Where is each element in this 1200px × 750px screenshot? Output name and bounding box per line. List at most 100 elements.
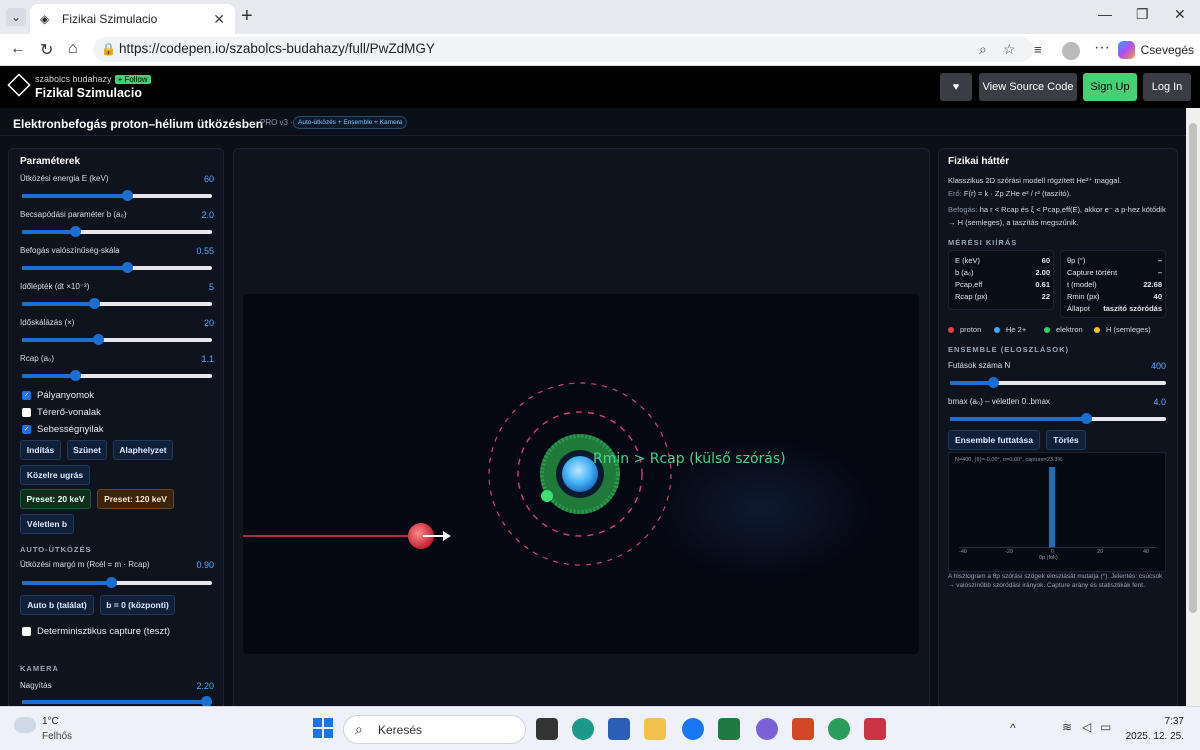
histogram-tick: 40 [1143, 549, 1150, 555]
checkbox-fieldlines[interactable]: Térerő-vonalak [22, 407, 101, 418]
home-icon[interactable]: ⌂ [68, 40, 78, 58]
start-button[interactable] [313, 718, 333, 738]
word-icon[interactable] [608, 718, 630, 740]
pause-button[interactable]: Szünet [67, 440, 107, 460]
new-tab-button[interactable]: + [241, 5, 253, 28]
login-button[interactable]: Log In [1143, 73, 1191, 101]
view-source-button[interactable]: View Source Code [979, 73, 1077, 101]
legend-dot [1044, 326, 1050, 333]
jump-close-button[interactable]: Közelre ugrás [20, 465, 90, 485]
reset-button[interactable]: Alaphelyzet [113, 440, 173, 460]
search-icon: ⌕ [355, 721, 363, 737]
tab-list-button[interactable]: ⌄ [6, 8, 26, 26]
random-b-button[interactable]: Véletlen b [20, 514, 74, 534]
restore-icon[interactable]: ❐ [1136, 6, 1149, 23]
slider-knob[interactable] [201, 696, 213, 706]
edge-icon[interactable] [572, 718, 594, 740]
runs-slider[interactable] [950, 377, 1166, 388]
checkbox-icon[interactable]: ✓ [22, 425, 31, 434]
heart-button[interactable]: ♥ [940, 73, 972, 101]
param-slider[interactable] [22, 226, 212, 237]
simulation-canvas[interactable]: Rmin > Rcap (külső szórás) [243, 294, 919, 654]
favorites-icon[interactable]: ≡ [1034, 42, 1042, 57]
weather-status[interactable]: Felhős [42, 731, 72, 742]
app-icon[interactable] [756, 718, 778, 740]
measurement-value: 22 [1041, 292, 1050, 301]
file-explorer-icon[interactable] [644, 718, 666, 740]
close-window-icon[interactable]: ✕ [1174, 6, 1186, 23]
minimize-icon[interactable]: — [1098, 6, 1112, 22]
chrome-icon[interactable] [828, 718, 850, 740]
calculator-icon[interactable] [864, 718, 886, 740]
browser-tab[interactable]: ◈ Fizikai Szimulacio ✕ [30, 4, 235, 34]
url-field[interactable]: 🔒 https://codepen.io/szabolcs-budahazy/f… [93, 37, 1033, 62]
slider-fill [22, 374, 76, 378]
bmax-slider[interactable] [950, 413, 1166, 424]
param-slider[interactable] [22, 334, 212, 345]
clock-time[interactable]: 7:37 [1128, 716, 1184, 727]
follow-button[interactable]: + Follow [114, 75, 151, 84]
histogram-tick: -40 [959, 549, 967, 555]
codepen-favicon: ◈ [40, 12, 50, 26]
checkbox-deterministic[interactable]: Determinisztikus capture (teszt) [22, 626, 170, 637]
profile-avatar[interactable] [1062, 42, 1080, 60]
taskbar-search[interactable]: ⌕ Keresés [343, 715, 526, 744]
author-name[interactable]: szabolcs budahazy [35, 74, 112, 84]
more-menu-icon[interactable]: ··· [1094, 39, 1110, 57]
codepen-logo-icon[interactable] [7, 73, 31, 97]
powerpoint-icon[interactable] [792, 718, 814, 740]
copilot-button[interactable]: Csevegés [1118, 39, 1194, 61]
start-button[interactable]: Indítás [20, 440, 61, 460]
checkbox-trails[interactable]: ✓ Pályanyomok [22, 390, 94, 401]
back-icon[interactable]: ← [10, 40, 26, 58]
checkbox-icon[interactable] [22, 627, 31, 636]
param-slider[interactable] [22, 262, 212, 273]
scrollbar-thumb[interactable] [1189, 123, 1197, 613]
slider-knob[interactable] [1081, 413, 1093, 424]
reload-icon[interactable]: ↻ [40, 40, 53, 60]
force-formula: F(r) = k · Zp ZHe e² / r² (taszító). [963, 189, 1072, 198]
auto-b-button[interactable]: Auto b (találat) [20, 595, 94, 615]
task-view-icon[interactable] [536, 718, 558, 740]
histogram-axis [959, 547, 1157, 548]
param-slider-label: Rcap (a₀) [20, 354, 54, 363]
checkbox-velocity-arrows[interactable]: ✓ Sebességnyilak [22, 424, 104, 435]
clear-button[interactable]: Törlés [1046, 430, 1086, 450]
signup-button[interactable]: Sign Up [1083, 73, 1137, 101]
physics-title: Fizikai háttér [948, 156, 1010, 167]
legend-dot [994, 326, 1000, 333]
histogram-tick: -20 [1005, 549, 1013, 555]
param-slider[interactable] [22, 298, 212, 309]
slider-fill [22, 338, 98, 342]
page-scrollbar[interactable] [1186, 108, 1200, 706]
volume-icon[interactable]: ◁ [1082, 720, 1091, 734]
temperature[interactable]: 1°C [42, 716, 59, 727]
preset-20kev-button[interactable]: Preset: 20 keV [20, 489, 91, 509]
excel-icon[interactable] [718, 718, 740, 740]
slider-fill [950, 417, 1087, 421]
margin-slider[interactable] [22, 577, 212, 588]
feature-badge: Auto-ütközés + Ensemble + Kamera [293, 116, 408, 129]
zoom-slider[interactable] [22, 696, 213, 706]
param-slider[interactable] [22, 190, 212, 201]
measurement-label: θp (°) [1067, 256, 1086, 265]
favorite-star-icon[interactable]: ☆ [1003, 41, 1016, 58]
capture-rule: ha r < Rcap és ξ < Pcap,eff(E), akkor e⁻… [948, 205, 1166, 227]
run-ensemble-button[interactable]: Ensemble futtatása [948, 430, 1040, 450]
slider-knob[interactable] [93, 334, 104, 345]
battery-icon[interactable]: ▭ [1100, 720, 1111, 734]
b-zero-button[interactable]: b = 0 (központi) [100, 595, 175, 615]
checkbox-icon[interactable] [22, 408, 31, 417]
slider-knob[interactable] [121, 262, 133, 273]
param-slider[interactable] [22, 370, 212, 381]
show-hidden-icons[interactable]: ^ [1010, 721, 1016, 735]
slider-knob[interactable] [121, 190, 133, 201]
checkbox-icon[interactable]: ✓ [22, 391, 31, 400]
zoom-icon[interactable]: ⌕ [979, 41, 987, 58]
close-tab-icon[interactable]: ✕ [213, 11, 225, 28]
preset-120kev-button[interactable]: Preset: 120 keV [97, 489, 174, 509]
legend-label: H (semleges) [1106, 325, 1151, 334]
messenger-icon[interactable] [682, 718, 704, 740]
wifi-icon[interactable]: ≋ [1062, 720, 1072, 734]
clock-date[interactable]: 2025. 12. 25. [1118, 731, 1184, 742]
